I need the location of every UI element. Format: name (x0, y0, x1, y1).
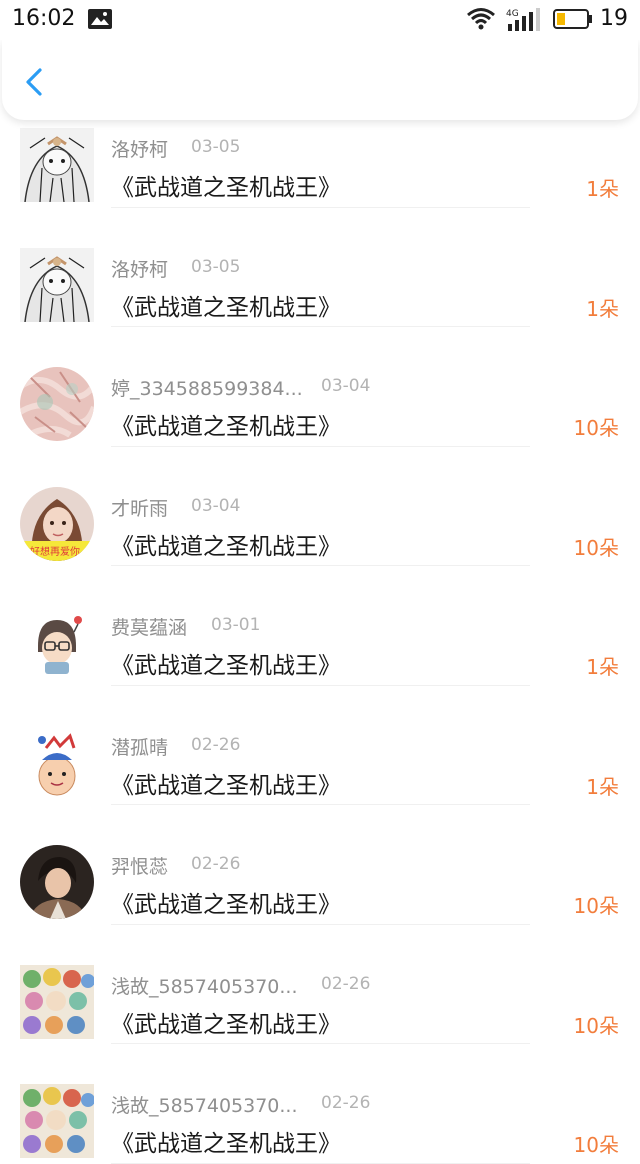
user-name: 洛妤柯 (111, 139, 169, 161)
flower-count: 1朵 (586, 296, 619, 321)
avatar[interactable] (20, 845, 94, 919)
gift-date: 03-01 (211, 615, 261, 635)
list-item[interactable]: 婷_334588599384... 03-04 《武战道之圣机战王》 10朵 (0, 327, 640, 447)
user-name: 洛妤柯 (111, 258, 169, 281)
list-item[interactable]: 洛妤柯 03-05 《武战道之圣机战王》 1朵 (0, 208, 640, 327)
avatar[interactable] (20, 606, 94, 680)
gift-date: 03-04 (191, 495, 241, 516)
network-type-label: 4G (506, 9, 519, 19)
top-nav-bar (2, 40, 638, 120)
avatar[interactable] (20, 1084, 94, 1158)
status-bar: 16:02 4G 19 (0, 0, 640, 40)
flower-count: 10朵 (573, 416, 619, 440)
divider (111, 1162, 530, 1164)
list-item[interactable]: 潜孤晴 02-26 《武战道之圣机战王》 1朵 (0, 686, 640, 805)
wifi-icon (466, 7, 496, 35)
svg-text:好想再爱你: 好想再爱你 (30, 545, 80, 558)
avatar[interactable] (20, 247, 94, 322)
flower-count: 10朵 (573, 1013, 619, 1038)
list-item[interactable]: 羿恨蕊 02-26 《武战道之圣机战王》 10朵 (0, 805, 640, 925)
flower-count: 1朵 (586, 177, 619, 201)
avatar[interactable] (20, 964, 94, 1039)
flower-count: 10朵 (573, 894, 619, 918)
list-item[interactable]: 浅故_5857405370... 02-26 《武战道之圣机战王》 10朵 (0, 925, 640, 1044)
book-title: 《武战道之圣机战王》 (111, 1011, 341, 1038)
flower-count: 10朵 (573, 535, 619, 560)
gift-date: 02-26 (191, 734, 241, 755)
gift-date: 03-05 (191, 256, 241, 277)
gift-record-list: 洛妤柯 03-05 《武战道之圣机战王》 1朵 洛妤柯 03-05 《武战道之圣… (0, 88, 640, 1164)
status-time: 16:02 (12, 6, 76, 31)
avatar[interactable] (20, 725, 94, 800)
flower-count: 1朵 (586, 774, 619, 799)
book-title: 《武战道之圣机战王》 (111, 1131, 341, 1157)
gift-date: 03-05 (191, 137, 241, 157)
avatar[interactable]: 好想再爱你 (20, 486, 94, 561)
battery-icon (553, 9, 593, 33)
list-item[interactable]: 费莫蕴涵 03-01 《武战道之圣机战王》 1朵 (0, 566, 640, 686)
back-button[interactable] (16, 62, 56, 102)
book-title: 《武战道之圣机战王》 (111, 892, 341, 918)
avatar[interactable] (20, 367, 94, 441)
book-title: 《武战道之圣机战王》 (111, 175, 341, 201)
user-name: 羿恨蕊 (111, 856, 169, 878)
user-name: 潜孤晴 (111, 736, 169, 759)
book-title: 《武战道之圣机战王》 (111, 414, 341, 440)
book-title: 《武战道之圣机战王》 (111, 294, 341, 321)
book-title: 《武战道之圣机战王》 (111, 653, 341, 679)
gift-date: 03-04 (321, 376, 371, 396)
user-name: 才昕雨 (111, 497, 169, 520)
battery-level: 19 (600, 6, 628, 31)
flower-count: 10朵 (573, 1133, 619, 1157)
gift-date: 02-26 (321, 1093, 371, 1113)
gift-date: 02-26 (321, 973, 371, 994)
book-title: 《武战道之圣机战王》 (111, 533, 341, 560)
user-name: 婷_334588599384... (111, 378, 303, 400)
chevron-left-icon (26, 68, 42, 96)
book-title: 《武战道之圣机战王》 (111, 772, 341, 799)
user-name: 浅故_5857405370... (111, 1095, 298, 1117)
image-notification-icon (88, 9, 112, 33)
list-item[interactable]: 浅故_5857405370... 02-26 《武战道之圣机战王》 10朵 (0, 1044, 640, 1164)
cell-signal-icon: 4G (506, 7, 542, 37)
user-name: 浅故_5857405370... (111, 975, 298, 998)
avatar[interactable] (20, 128, 94, 202)
gift-date: 02-26 (191, 854, 241, 874)
user-name: 费莫蕴涵 (111, 617, 188, 639)
flower-count: 1朵 (586, 655, 619, 679)
list-item[interactable]: 好想再爱你 才昕雨 03-04 《武战道之圣机战王》 10朵 (0, 447, 640, 566)
